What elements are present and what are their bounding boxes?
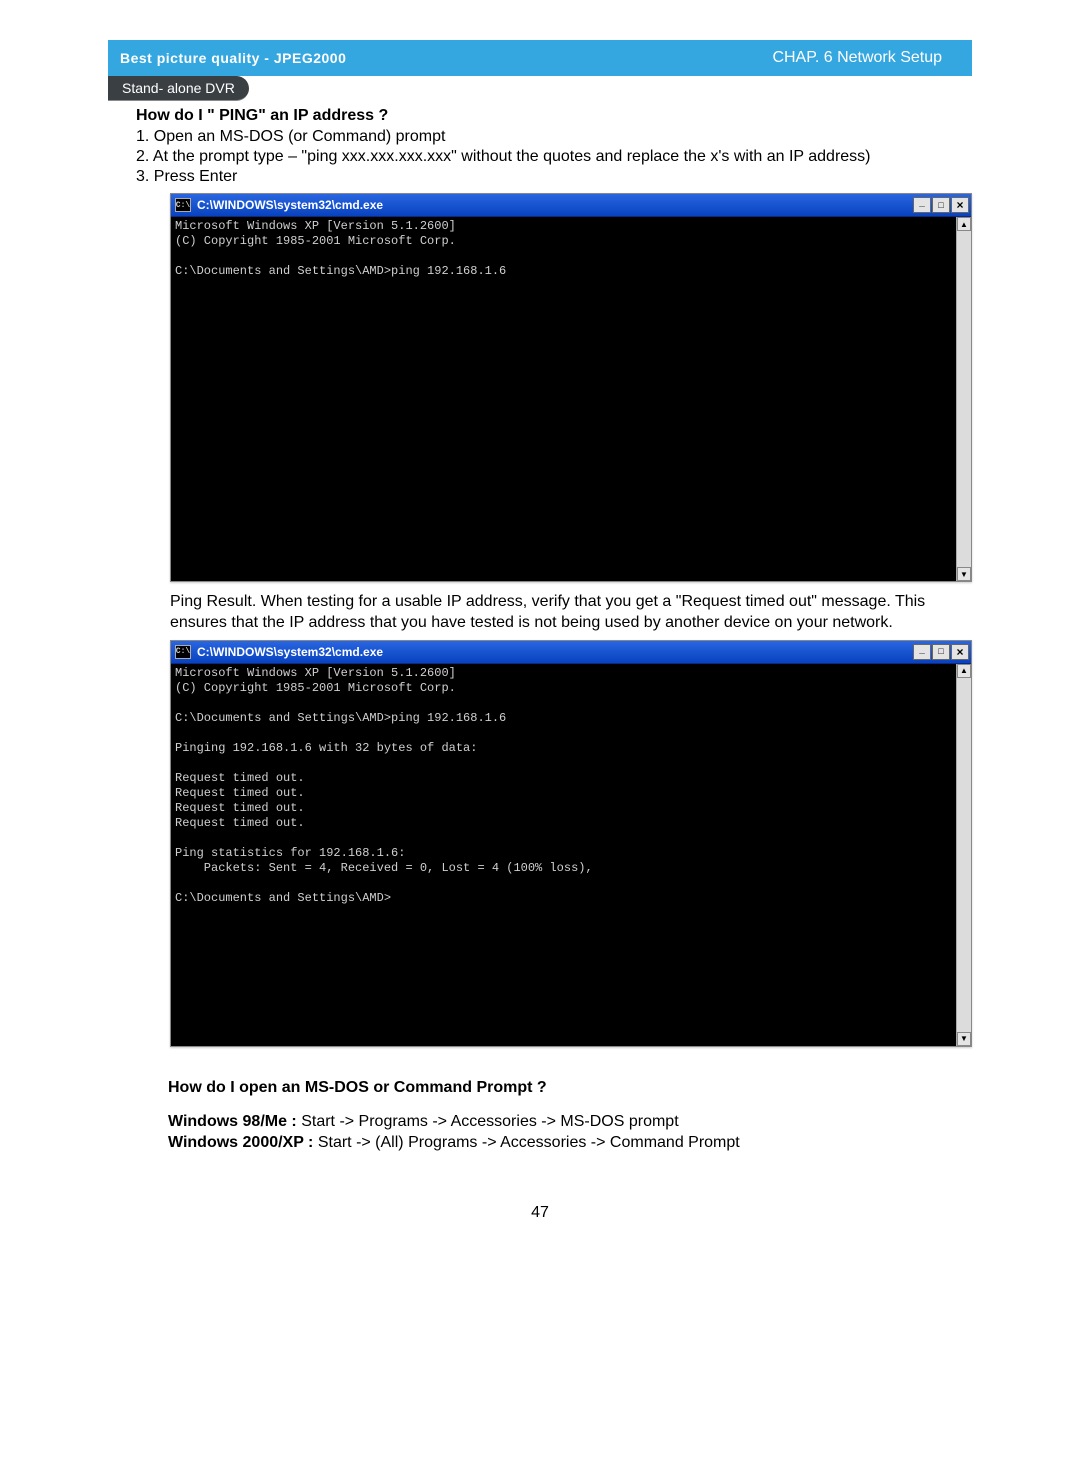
cmd-body-wrap: Microsoft Windows XP [Version 5.1.2600] … <box>171 217 971 581</box>
minimize-button[interactable] <box>913 197 931 213</box>
subheader-pill: Stand- alone DVR <box>108 76 249 101</box>
section-open-cmd: How do I open an MS-DOS or Command Promp… <box>168 1079 972 1154</box>
question-title-1: How do I " PING" an IP address ? <box>136 107 972 125</box>
section-ping-ip: How do I " PING" an IP address ? 1. Open… <box>136 107 972 187</box>
win2k-label: Windows 2000/XP : <box>168 1134 318 1151</box>
window-controls <box>913 197 969 213</box>
cmd-window-2: C:\ C:\WINDOWS\system32\cmd.exe Microsof… <box>170 640 972 1047</box>
cmd-output-1: Microsoft Windows XP [Version 5.1.2600] … <box>171 217 956 581</box>
cmd-icon: C:\ <box>175 198 191 212</box>
cmd-title-left: C:\ C:\WINDOWS\system32\cmd.exe <box>175 198 383 212</box>
scroll-up-icon[interactable]: ▲ <box>957 664 971 678</box>
cmd-window-1: C:\ C:\WINDOWS\system32\cmd.exe Microsof… <box>170 193 972 582</box>
answer-win2k: Windows 2000/XP : Start -> (All) Program… <box>168 1132 972 1154</box>
window-controls <box>913 644 969 660</box>
document-page: Best picture quality - JPEG2000 CHAP. 6 … <box>0 40 1080 1477</box>
close-button[interactable] <box>951 197 969 213</box>
cmd-icon: C:\ <box>175 645 191 659</box>
minimize-button[interactable] <box>913 644 931 660</box>
step-3: 3. Press Enter <box>136 167 972 187</box>
win98-label: Windows 98/Me : <box>168 1113 301 1130</box>
header-left: Best picture quality - JPEG2000 <box>120 50 346 66</box>
cmd-output-2: Microsoft Windows XP [Version 5.1.2600] … <box>171 664 956 1046</box>
step-2: 2. At the prompt type – "ping xxx.xxx.xx… <box>136 147 972 167</box>
win2k-path: Start -> (All) Programs -> Accessories -… <box>318 1134 740 1151</box>
scroll-down-icon[interactable]: ▼ <box>957 567 971 581</box>
answer-win98: Windows 98/Me : Start -> Programs -> Acc… <box>168 1111 972 1133</box>
page-number: 47 <box>0 1204 1080 1222</box>
scroll-up-icon[interactable]: ▲ <box>957 217 971 231</box>
header-right: CHAP. 6 Network Setup <box>772 49 942 67</box>
step-1: 1. Open an MS-DOS (or Command) prompt <box>136 127 972 147</box>
cmd-titlebar: C:\ C:\WINDOWS\system32\cmd.exe <box>171 194 971 217</box>
scroll-down-icon[interactable]: ▼ <box>957 1032 971 1046</box>
maximize-button[interactable] <box>932 644 950 660</box>
cmd-titlebar: C:\ C:\WINDOWS\system32\cmd.exe <box>171 641 971 664</box>
ping-result-paragraph: Ping Result. When testing for a usable I… <box>170 592 972 634</box>
close-button[interactable] <box>951 644 969 660</box>
cmd-title-text: C:\WINDOWS\system32\cmd.exe <box>197 645 383 659</box>
cmd-body-wrap: Microsoft Windows XP [Version 5.1.2600] … <box>171 664 971 1046</box>
maximize-button[interactable] <box>932 197 950 213</box>
scrollbar[interactable]: ▲ ▼ <box>956 217 971 581</box>
scrollbar[interactable]: ▲ ▼ <box>956 664 971 1046</box>
question-title-2: How do I open an MS-DOS or Command Promp… <box>168 1079 972 1097</box>
cmd-title-left: C:\ C:\WINDOWS\system32\cmd.exe <box>175 645 383 659</box>
header-bar: Best picture quality - JPEG2000 CHAP. 6 … <box>108 40 972 76</box>
win98-path: Start -> Programs -> Accessories -> MS-D… <box>301 1113 678 1130</box>
cmd-title-text: C:\WINDOWS\system32\cmd.exe <box>197 198 383 212</box>
